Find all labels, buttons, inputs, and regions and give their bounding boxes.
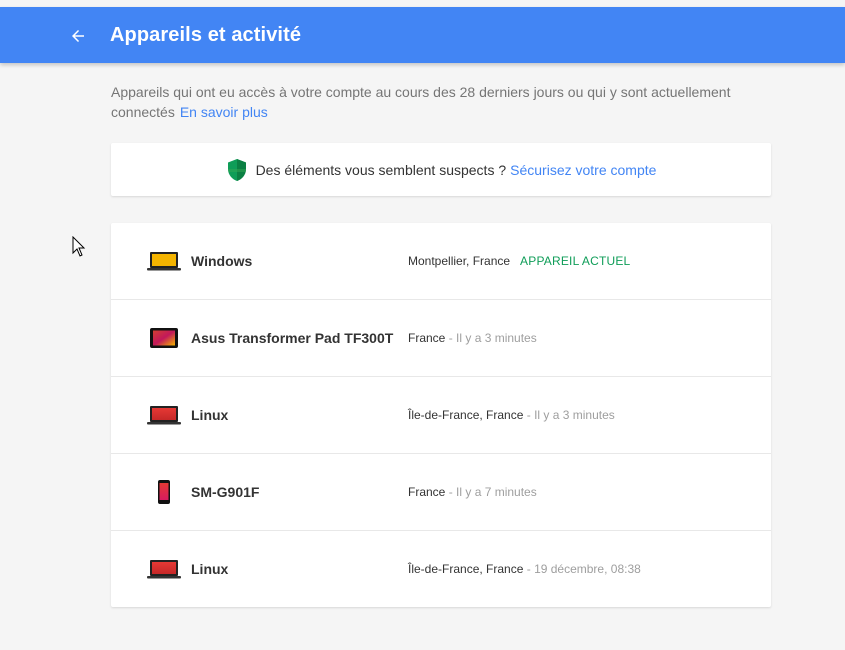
meta-separator: - xyxy=(523,562,535,576)
tablet-icon xyxy=(150,328,178,348)
device-meta: Île-de-France, France - 19 décembre, 08:… xyxy=(408,562,641,576)
device-location: France xyxy=(408,331,446,345)
device-last-seen: Il y a 7 minutes xyxy=(456,485,537,499)
device-name: Linux xyxy=(191,407,229,423)
laptop-icon xyxy=(147,406,181,425)
back-button[interactable] xyxy=(66,24,90,48)
alert-text: Des éléments vous semblent suspects ? xyxy=(255,161,507,178)
device-location: France xyxy=(408,485,446,499)
intro-text: Appareils qui ont eu accès à votre compt… xyxy=(111,82,771,122)
device-name: Linux xyxy=(191,561,229,577)
device-meta: Montpellier, France APPAREIL ACTUEL xyxy=(408,254,630,268)
learn-more-link[interactable]: En savoir plus xyxy=(180,104,268,120)
arrow-left-icon xyxy=(72,30,84,42)
device-row[interactable]: Linux Île-de-France, France - Il y a 3 m… xyxy=(111,377,771,454)
page: Appareils et activité Appareils qui ont … xyxy=(0,7,845,650)
device-meta: France - Il y a 3 minutes xyxy=(408,331,537,345)
device-location: Île-de-France, France xyxy=(408,562,524,576)
device-meta: Île-de-France, France - Il y a 3 minutes xyxy=(408,408,615,422)
meta-separator: - xyxy=(445,485,457,499)
current-device-badge: APPAREIL ACTUEL xyxy=(520,254,631,268)
laptop-icon xyxy=(147,560,181,579)
device-location: Montpellier, France xyxy=(408,254,511,268)
page-title: Appareils et activité xyxy=(110,24,302,46)
devices-list: Windows Montpellier, France APPAREIL ACTU… xyxy=(111,223,771,607)
meta-separator: - xyxy=(523,408,535,422)
device-name: Asus Transformer Pad TF300T xyxy=(191,330,394,346)
app-bar: Appareils et activité xyxy=(0,7,845,63)
meta-separator: - xyxy=(445,331,457,345)
phone-icon xyxy=(158,480,170,504)
device-meta: France - Il y a 7 minutes xyxy=(408,485,537,499)
device-last-seen: Il y a 3 minutes xyxy=(456,331,537,345)
shield-icon xyxy=(227,158,246,181)
device-last-seen: Il y a 3 minutes xyxy=(534,408,615,422)
device-last-seen: 19 décembre, 08:38 xyxy=(534,562,641,576)
mouse-cursor-icon xyxy=(72,236,86,257)
laptop-icon xyxy=(147,252,181,271)
device-name: SM-G901F xyxy=(191,484,260,500)
secure-account-link[interactable]: Sécurisez votre compte xyxy=(510,162,656,178)
device-location: Île-de-France, France xyxy=(408,408,524,422)
device-row[interactable]: Windows Montpellier, France APPAREIL ACTU… xyxy=(111,223,771,300)
device-row[interactable]: Asus Transformer Pad TF300T France - Il … xyxy=(111,300,771,377)
device-row[interactable]: SM-G901F France - Il y a 7 minutes xyxy=(111,454,771,531)
device-row[interactable]: Linux Île-de-France, France - 19 décembr… xyxy=(111,531,771,608)
security-alert-card: Des éléments vous semblent suspects ? Sé… xyxy=(111,143,771,196)
device-name: Windows xyxy=(191,253,253,269)
